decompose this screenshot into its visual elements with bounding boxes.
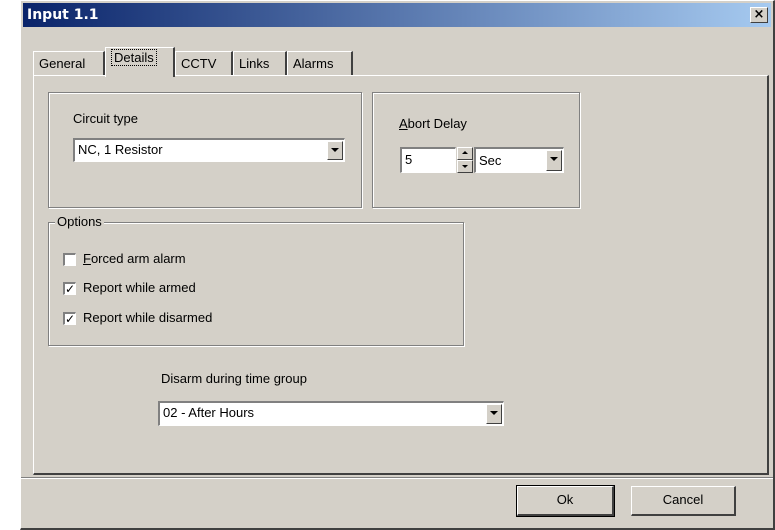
tab-cctv-label: CCTV bbox=[181, 56, 217, 71]
chevron-down-icon[interactable] bbox=[486, 404, 502, 424]
abort-delay-hotkey: A bbox=[399, 116, 408, 131]
forced-arm-alarm-checkbox[interactable] bbox=[63, 253, 76, 266]
report-while-disarmed-label[interactable]: Report while disarmed bbox=[83, 310, 212, 325]
tab-details[interactable]: Details bbox=[105, 47, 175, 77]
tab-alarms[interactable]: Alarms bbox=[287, 51, 353, 75]
close-button[interactable]: × bbox=[750, 7, 768, 23]
footer-separator bbox=[21, 477, 773, 479]
close-icon: × bbox=[753, 7, 765, 22]
circuit-type-label: Circuit type bbox=[73, 111, 139, 126]
forced-arm-alarm-label[interactable]: Forced arm alarm bbox=[83, 251, 186, 266]
window-title: Input 1.1 bbox=[27, 7, 99, 23]
abort-delay-label: Abort Delay bbox=[399, 116, 467, 131]
abort-delay-group: Abort Delay 5 Sec bbox=[372, 92, 580, 208]
tab-cctv[interactable]: CCTV bbox=[175, 51, 233, 75]
abort-delay-input[interactable]: 5 bbox=[400, 147, 456, 173]
report-while-armed-checkbox[interactable]: ✓ bbox=[63, 282, 76, 295]
circuit-type-select[interactable]: NC, 1 Resistor bbox=[73, 138, 345, 162]
tab-alarms-label: Alarms bbox=[293, 56, 334, 71]
tab-general[interactable]: General bbox=[33, 51, 105, 75]
tab-links[interactable]: Links bbox=[233, 51, 287, 75]
spin-down-button[interactable] bbox=[457, 160, 473, 173]
checkmark-icon: ✓ bbox=[65, 312, 76, 326]
spin-up-button[interactable] bbox=[457, 147, 473, 160]
tab-links-label: Links bbox=[239, 56, 270, 71]
report-while-disarmed-checkbox[interactable]: ✓ bbox=[63, 312, 76, 325]
disarm-time-group-label: Disarm during time group bbox=[161, 371, 307, 386]
abort-delay-unit-value: Sec bbox=[479, 153, 502, 168]
abort-delay-value: 5 bbox=[405, 152, 413, 167]
options-group: Options Forced arm alarm ✓ Report while … bbox=[48, 214, 464, 346]
cancel-button[interactable]: Cancel bbox=[631, 486, 736, 516]
tab-details-label: Details bbox=[111, 49, 157, 66]
title-bar[interactable]: Input 1.1 × bbox=[23, 3, 771, 27]
chevron-down-icon[interactable] bbox=[546, 150, 562, 171]
checkmark-icon: ✓ bbox=[65, 282, 76, 296]
options-legend: Options bbox=[55, 214, 104, 229]
report-while-armed-label[interactable]: Report while armed bbox=[83, 280, 196, 295]
abort-delay-label-text: bort Delay bbox=[407, 116, 467, 131]
forced-arm-alarm-hotkey: F bbox=[83, 251, 91, 266]
chevron-down-icon[interactable] bbox=[327, 141, 343, 160]
abort-delay-unit-select[interactable]: Sec bbox=[474, 147, 564, 173]
dialog-window: Input 1.1 × General Details CCTV Links A… bbox=[20, 0, 775, 530]
disarm-time-group-value: 02 - After Hours bbox=[163, 405, 255, 420]
details-panel: Circuit type NC, 1 Resistor Abort Delay … bbox=[33, 75, 769, 475]
disarm-time-group-select[interactable]: 02 - After Hours bbox=[158, 401, 504, 426]
circuit-type-value: NC, 1 Resistor bbox=[78, 142, 163, 157]
circuit-type-group: Circuit type NC, 1 Resistor bbox=[48, 92, 362, 208]
tab-general-label: General bbox=[39, 56, 86, 71]
ok-button[interactable]: Ok bbox=[516, 485, 615, 517]
forced-arm-alarm-text: orced arm alarm bbox=[90, 251, 186, 266]
